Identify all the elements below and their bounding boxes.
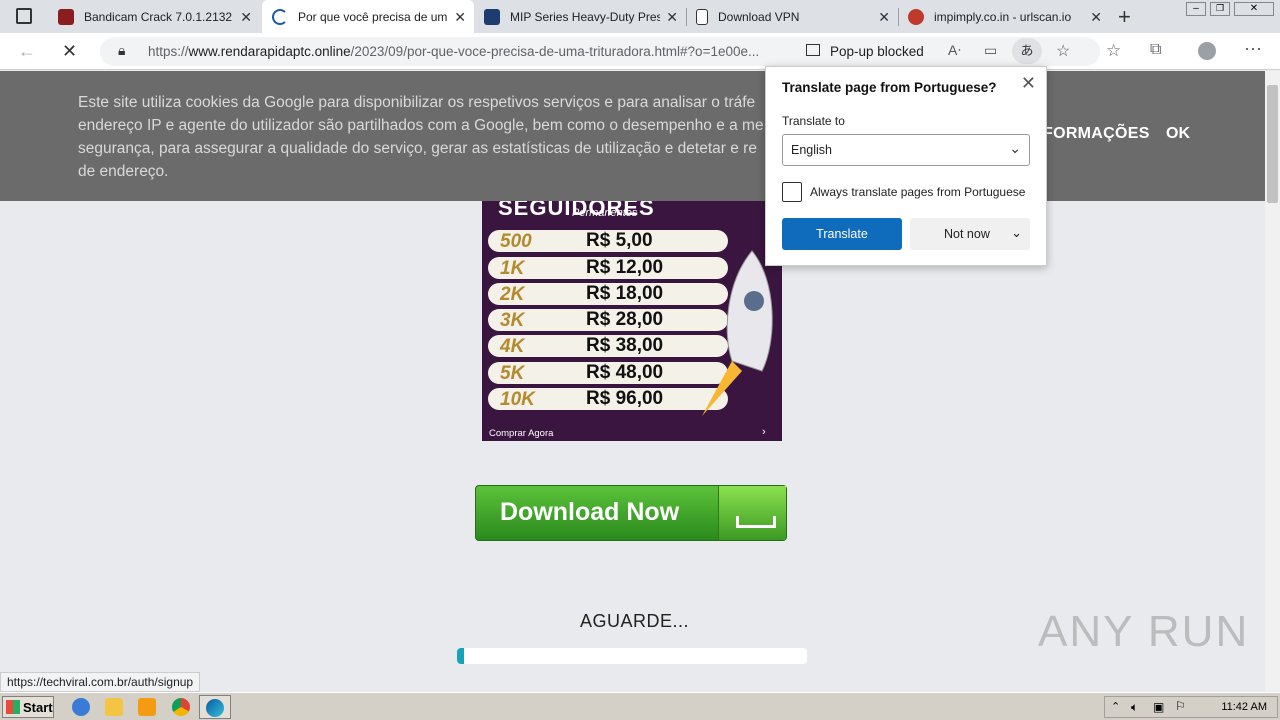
chevron-right-icon: › — [762, 426, 766, 438]
translate-popup-title: Translate page from Portuguese? — [782, 80, 997, 95]
always-translate-checkbox[interactable] — [782, 182, 802, 202]
always-translate-label[interactable]: Always translate pages from Portuguese — [810, 185, 1025, 199]
cookie-ok-button[interactable]: OK — [1166, 125, 1190, 143]
tab-title: MIP Series Heavy-Duty Pres — [510, 9, 660, 24]
tab-strip: Bandicam Crack 7.0.1.2132 D ✕ Por que vo… — [0, 0, 1280, 33]
address-bar-row: ← ✕ 🔒︎ https://www.rendarapidaptc.online… — [0, 33, 1280, 70]
read-aloud-icon[interactable]: Aᐧ — [948, 42, 961, 59]
minimize-icon[interactable]: – — [1186, 2, 1206, 16]
close-tab-icon[interactable]: ✕ — [878, 9, 890, 26]
clock[interactable]: 11:42 AM — [1221, 701, 1267, 713]
lock-icon[interactable]: 🔒︎ — [118, 42, 125, 59]
cookie-more-info-link[interactable]: FORMAÇÕES — [1043, 125, 1150, 143]
download-now-button[interactable]: Download Now — [475, 485, 787, 541]
new-tab-icon[interactable]: + — [1118, 4, 1131, 30]
close-tab-icon[interactable]: ✕ — [240, 9, 252, 26]
not-now-label: Not now — [944, 227, 990, 241]
network-icon[interactable]: ▣ — [1153, 700, 1164, 714]
edge-taskbar-button[interactable] — [199, 695, 231, 719]
loading-spinner-icon — [272, 8, 288, 25]
profile-avatar[interactable] — [1198, 42, 1216, 60]
immersive-reader-icon[interactable]: ▭ — [984, 42, 997, 59]
translate-icon[interactable]: あ — [1012, 38, 1042, 64]
tab-title: Bandicam Crack 7.0.1.2132 D — [84, 9, 234, 24]
edge-icon — [206, 699, 224, 717]
tray-expand-icon[interactable]: ⌃ — [1111, 700, 1120, 713]
popup-blocked-icon[interactable] — [806, 44, 820, 56]
close-tab-icon[interactable]: ✕ — [454, 9, 466, 26]
bandicam-favicon-icon — [58, 8, 74, 25]
close-tab-icon[interactable]: ✕ — [1090, 9, 1102, 26]
tab-actions-icon[interactable] — [16, 8, 32, 24]
mip-favicon-icon — [484, 8, 500, 25]
tab-por-que[interactable]: Por que você precisa de um ✕ — [262, 0, 474, 33]
url-text[interactable]: https://www.rendarapidaptc.online/2023/0… — [148, 44, 759, 59]
chevron-down-icon[interactable]: ⌄ — [1011, 225, 1022, 241]
taskbar: Start ⌃ 🔈︎ ▣ ⚐ 11:42 AM — [0, 692, 1280, 720]
status-bar-url: https://techviral.com.br/auth/signup — [0, 672, 201, 692]
wait-text: AGUARDE... — [580, 611, 690, 631]
urlscan-favicon-icon — [908, 8, 924, 25]
tab-download-vpn[interactable]: Download VPN ✕ — [686, 0, 898, 33]
more-menu-icon[interactable]: ⋯ — [1244, 39, 1262, 60]
not-now-button[interactable]: Not now ⌄ — [910, 218, 1030, 250]
favorites-icon[interactable]: ☆ — [1106, 41, 1121, 61]
tab-title: Por que você precisa de um — [298, 9, 448, 24]
flag-icon[interactable]: ⚐ — [1175, 699, 1186, 713]
ad-cta[interactable]: Comprar Agora — [489, 428, 553, 439]
explorer-folder-icon[interactable] — [105, 698, 123, 716]
tab-bandicam[interactable]: Bandicam Crack 7.0.1.2132 D ✕ — [48, 0, 260, 33]
progress-bar-fill — [457, 648, 464, 664]
translate-popup: Translate page from Portuguese? ✕ Transl… — [765, 66, 1047, 266]
anyrun-watermark: ANY RUN — [1038, 607, 1250, 656]
vertical-scrollbar[interactable] — [1265, 71, 1280, 691]
close-icon[interactable]: ✕ — [1021, 73, 1036, 94]
start-button[interactable]: Start — [2, 696, 54, 718]
ad-banner[interactable]: SEGUIDORES Permanentes 500 R$ 5,00 1K R$ 1… — [482, 201, 782, 441]
download-tray-icon — [718, 486, 786, 540]
back-arrow-icon[interactable]: ← — [18, 41, 36, 62]
page-viewport: Este site utiliza cookies da Google para… — [0, 71, 1265, 691]
popup-blocked-label[interactable]: Pop-up blocked — [830, 44, 924, 59]
rocket-illustration — [702, 250, 773, 416]
start-label: Start — [23, 700, 53, 715]
close-window-icon[interactable]: ✕ — [1234, 2, 1274, 16]
url-box[interactable]: 🔒︎ https://www.rendarapidaptc.online/202… — [100, 37, 1100, 66]
ie-icon[interactable] — [72, 698, 90, 716]
scrollbar-thumb[interactable] — [1267, 85, 1278, 203]
add-favorite-icon[interactable]: ☆ — [1056, 41, 1070, 61]
cookie-banner: Este site utiliza cookies da Google para… — [0, 71, 1265, 201]
tab-title: Download VPN — [718, 9, 800, 24]
stop-loading-icon[interactable]: ✕ — [62, 41, 77, 62]
language-value: English — [791, 143, 832, 157]
tab-urlscan[interactable]: impimply.co.in - urlscan.io ✕ — [898, 0, 1110, 33]
close-tab-icon[interactable]: ✕ — [666, 9, 678, 26]
document-icon — [696, 8, 708, 25]
cookie-text: Este site utiliza cookies da Google para… — [78, 94, 764, 180]
volume-icon[interactable]: 🔈︎ — [1131, 700, 1138, 715]
chrome-icon[interactable] — [172, 698, 190, 716]
system-tray: ⌃ 🔈︎ ▣ ⚐ 11:42 AM — [1104, 696, 1278, 718]
tab-title: impimply.co.in - urlscan.io — [934, 9, 1072, 24]
ad-subhead: Permanentes — [572, 207, 638, 219]
chevron-down-icon: ⌄ — [1009, 140, 1021, 156]
download-now-label: Download Now — [500, 498, 680, 526]
collections-icon[interactable]: ⧉ — [1150, 41, 1161, 59]
tab-mip-series[interactable]: MIP Series Heavy-Duty Pres ✕ — [474, 0, 686, 33]
windows-logo-icon — [6, 700, 20, 714]
restore-icon[interactable]: ❐ — [1210, 2, 1230, 16]
progress-bar — [457, 648, 807, 664]
language-select[interactable]: English ⌄ — [782, 134, 1030, 166]
media-player-icon[interactable] — [138, 698, 156, 716]
translate-to-label: Translate to — [782, 114, 845, 128]
translate-button[interactable]: Translate — [782, 218, 902, 250]
